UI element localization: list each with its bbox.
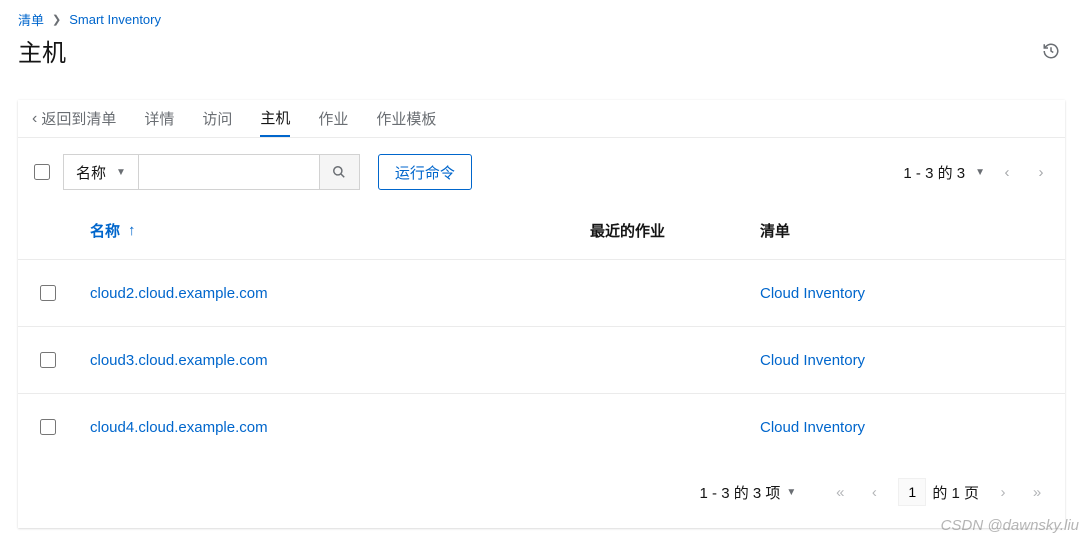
- bottom-pager: 1 - 3 的 3 项 ▼ « ‹ 的 1 页 › »: [18, 460, 1065, 528]
- tab-jobs[interactable]: 作业: [318, 100, 348, 137]
- search-icon[interactable]: [319, 155, 359, 189]
- table-row: cloud3.cloud.example.com Cloud Inventory: [18, 326, 1065, 393]
- caret-down-icon: ▼: [116, 167, 126, 178]
- top-pager-next[interactable]: ›: [1029, 164, 1053, 181]
- history-icon[interactable]: [1037, 37, 1065, 65]
- column-inventory: 清单: [760, 220, 1053, 241]
- column-recent-jobs: 最近的作业: [590, 220, 760, 241]
- toolbar: 名称 ▼ 运行命令 1 - 3 的 3 ▼ ‹ ›: [18, 138, 1065, 206]
- tab-details[interactable]: 详情: [144, 100, 174, 137]
- search-input[interactable]: [139, 155, 319, 189]
- content-card: 返回到清单 详情 访问 主机 作业 作业模板 名称 ▼ 运行命令 1 - 3 的…: [18, 100, 1065, 528]
- host-name-link[interactable]: cloud3.cloud.example.com: [90, 352, 590, 369]
- chevron-right-icon: ❯: [52, 13, 61, 26]
- pager-prev[interactable]: ‹: [864, 484, 884, 501]
- caret-down-icon[interactable]: ▼: [786, 487, 796, 498]
- pager-first[interactable]: «: [830, 484, 850, 501]
- page-title: 主机: [18, 33, 66, 68]
- filter-group: 名称 ▼: [63, 154, 360, 190]
- filter-field-select[interactable]: 名称 ▼: [64, 155, 139, 189]
- table-row: cloud2.cloud.example.com Cloud Inventory: [18, 259, 1065, 326]
- host-name-link[interactable]: cloud2.cloud.example.com: [90, 285, 590, 302]
- top-pager: 1 - 3 的 3 ▼ ‹ ›: [903, 162, 1053, 183]
- row-checkbox[interactable]: [40, 285, 56, 301]
- top-pager-summary: 1 - 3 的 3: [903, 162, 965, 183]
- top-pager-prev[interactable]: ‹: [995, 164, 1019, 181]
- caret-down-icon[interactable]: ▼: [975, 167, 985, 178]
- inventory-link[interactable]: Cloud Inventory: [760, 285, 1053, 302]
- inventory-link[interactable]: Cloud Inventory: [760, 352, 1053, 369]
- tab-access[interactable]: 访问: [202, 100, 232, 137]
- table-row: cloud4.cloud.example.com Cloud Inventory: [18, 393, 1065, 460]
- page-total-label: 的 1 页: [932, 482, 979, 503]
- host-name-link[interactable]: cloud4.cloud.example.com: [90, 419, 590, 436]
- bottom-pager-summary: 1 - 3 的 3 项: [700, 482, 781, 503]
- tab-hosts[interactable]: 主机: [260, 100, 290, 137]
- tab-bar: 返回到清单 详情 访问 主机 作业 作业模板: [18, 100, 1065, 138]
- column-name-sort[interactable]: 名称 ↑: [90, 220, 590, 241]
- tab-job-templates[interactable]: 作业模板: [376, 100, 436, 137]
- pager-next[interactable]: ›: [993, 484, 1013, 501]
- pager-last[interactable]: »: [1027, 484, 1047, 501]
- breadcrumb-current[interactable]: Smart Inventory: [69, 12, 161, 27]
- table-header: 名称 ↑ 最近的作业 清单: [18, 206, 1065, 259]
- breadcrumb: 清单 ❯ Smart Inventory: [18, 10, 1065, 29]
- row-checkbox[interactable]: [40, 352, 56, 368]
- select-all-checkbox[interactable]: [34, 164, 50, 180]
- breadcrumb-root[interactable]: 清单: [18, 10, 44, 29]
- tab-back-to-inventory[interactable]: 返回到清单: [32, 100, 116, 137]
- filter-field-label: 名称: [76, 162, 106, 183]
- row-checkbox[interactable]: [40, 419, 56, 435]
- inventory-link[interactable]: Cloud Inventory: [760, 419, 1053, 436]
- hosts-table: 名称 ↑ 最近的作业 清单 cloud2.cloud.example.com C…: [18, 206, 1065, 460]
- page-number-input[interactable]: [898, 478, 926, 506]
- run-command-button[interactable]: 运行命令: [378, 154, 472, 190]
- sort-asc-icon: ↑: [128, 222, 136, 239]
